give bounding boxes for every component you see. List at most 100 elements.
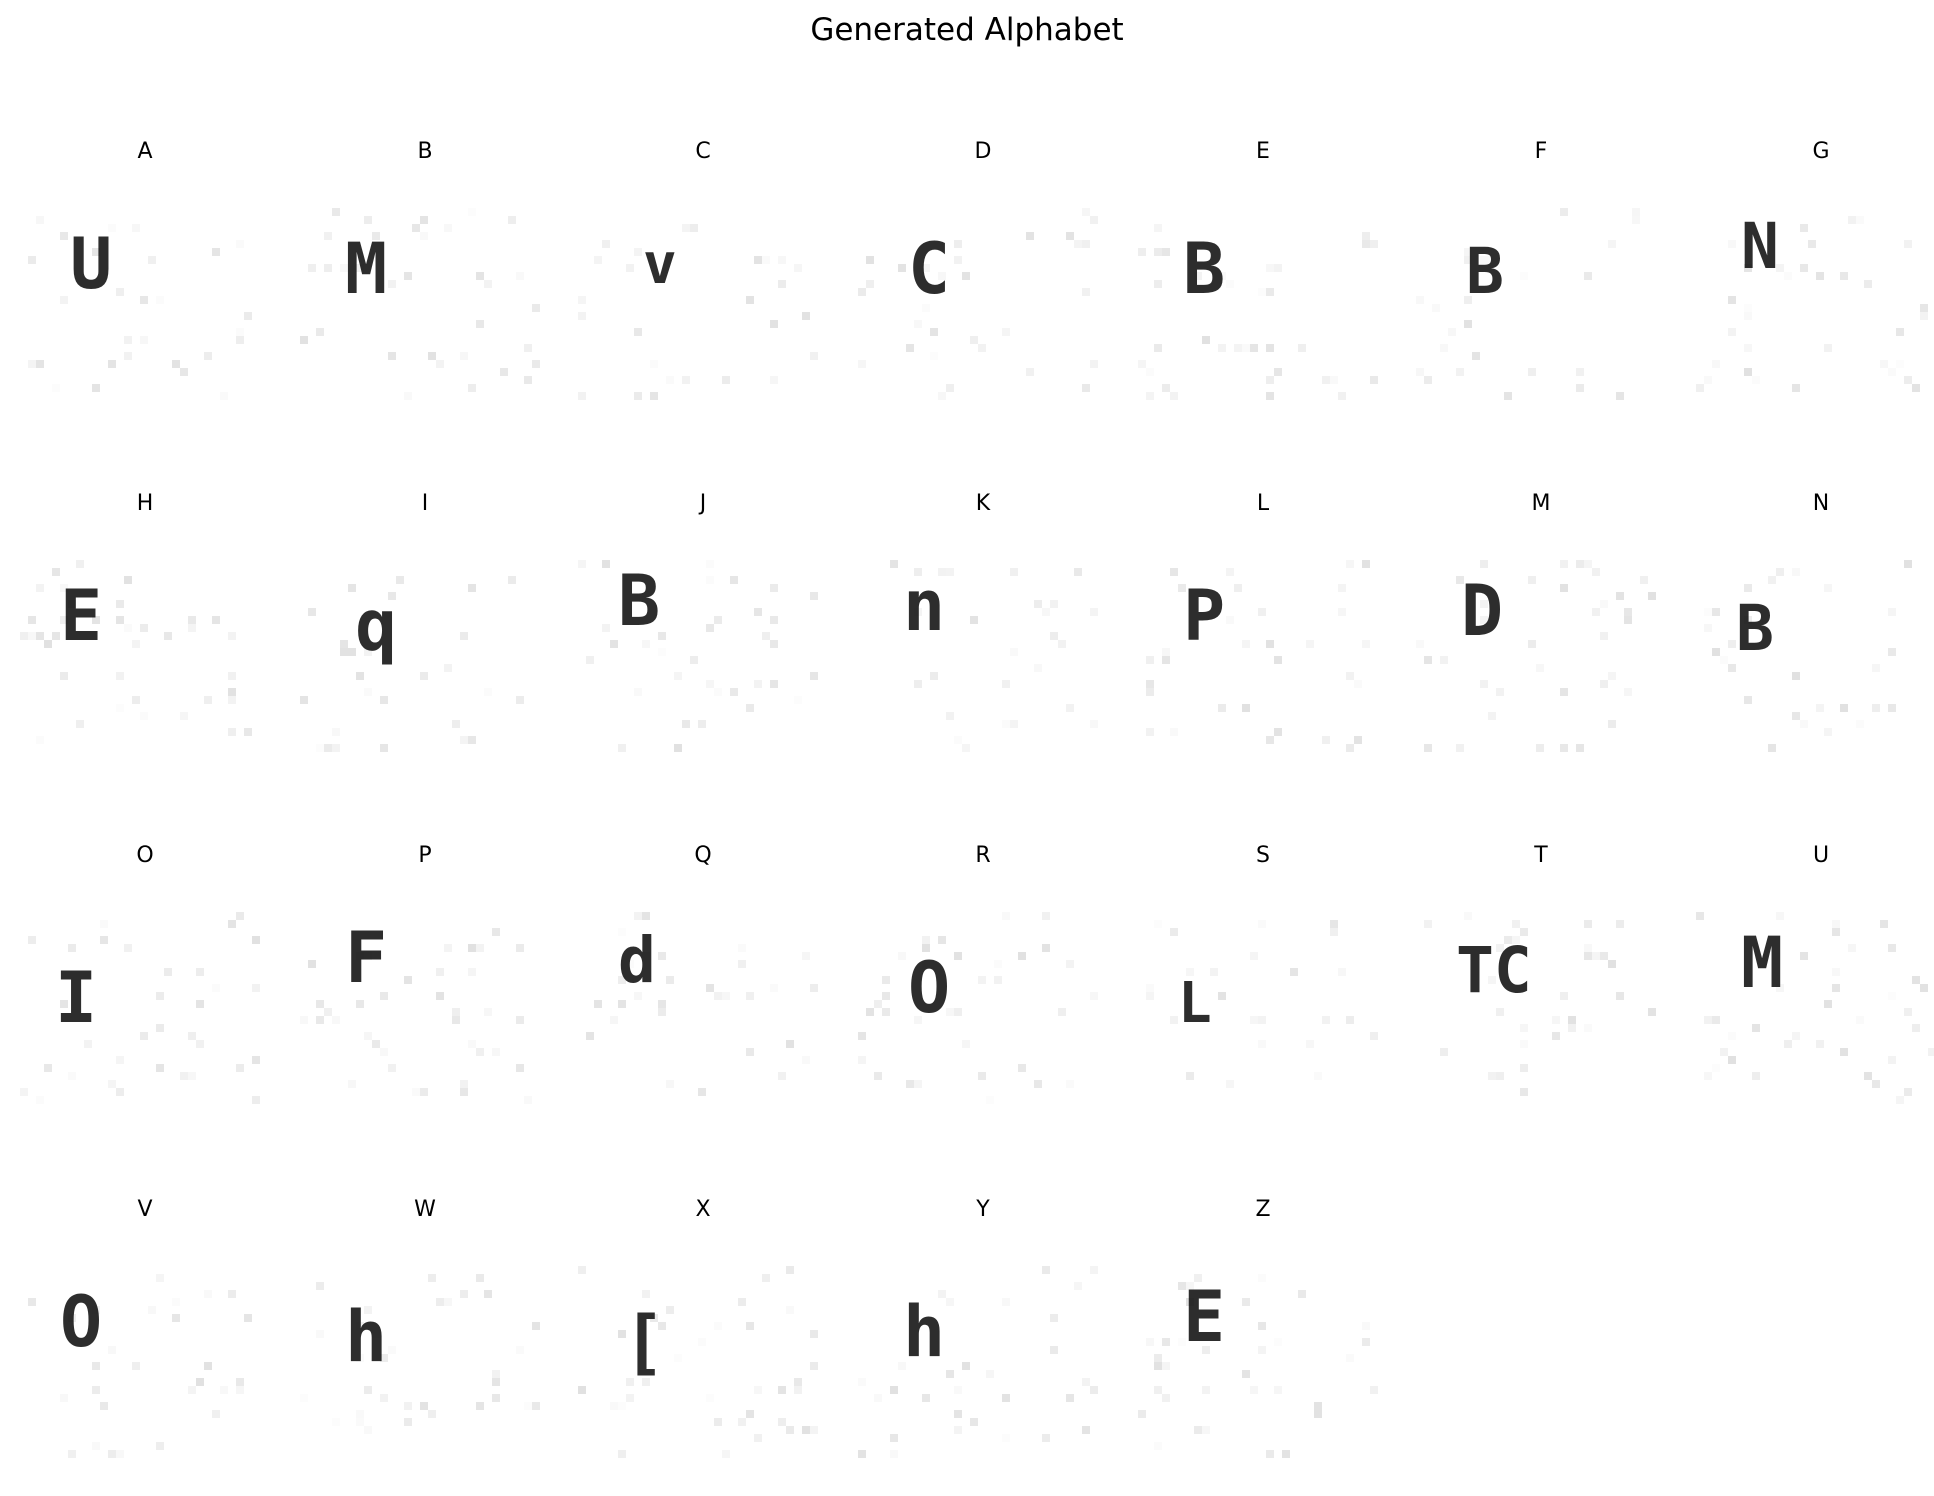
glyph-canvas: P bbox=[1146, 560, 1370, 752]
noise-speckles bbox=[1416, 560, 1656, 752]
generated-glyph-image: I bbox=[10, 842, 280, 1142]
generated-glyph-image: P bbox=[1128, 490, 1398, 790]
glyph-text: v bbox=[643, 232, 677, 297]
glyph-canvas: O bbox=[28, 1274, 252, 1458]
noise-speckles bbox=[300, 1274, 540, 1434]
letter-panel-v: VO bbox=[10, 1196, 280, 1496]
noise-speckles bbox=[1696, 912, 1934, 1104]
letter-panel-z: ZE bbox=[1128, 1196, 1398, 1496]
noise-speckles bbox=[1146, 560, 1370, 752]
glyph-canvas: v bbox=[578, 224, 818, 400]
glyph-text: h bbox=[903, 1291, 945, 1373]
letter-panel-g: GN bbox=[1686, 138, 1934, 438]
noise-speckles bbox=[1138, 1274, 1378, 1458]
glyph-canvas: D bbox=[1416, 560, 1656, 752]
noise-speckles bbox=[1138, 224, 1378, 400]
glyph-canvas: h bbox=[300, 1274, 540, 1434]
glyph-text: O bbox=[908, 947, 950, 1029]
glyph-text: [ bbox=[623, 1301, 665, 1383]
glyph-canvas: O bbox=[858, 912, 1098, 1104]
generated-glyph-image: F bbox=[290, 842, 560, 1142]
noise-speckles bbox=[858, 912, 1098, 1104]
generated-glyph-image: M bbox=[1686, 842, 1934, 1142]
generated-glyph-image: h bbox=[290, 1196, 560, 1496]
glyph-text: B bbox=[618, 560, 660, 642]
letter-panel-n: NB bbox=[1686, 490, 1934, 790]
letter-panel-j: JB bbox=[568, 490, 838, 790]
noise-speckles bbox=[578, 560, 818, 752]
glyph-text: E bbox=[60, 575, 102, 657]
letter-panel-c: Cv bbox=[568, 138, 838, 438]
glyph-text: D bbox=[1461, 570, 1503, 652]
letter-panel-f: FB bbox=[1406, 138, 1676, 438]
letter-panel-o: OI bbox=[10, 842, 280, 1142]
glyph-text: d bbox=[618, 924, 656, 997]
generated-glyph-image: B bbox=[1128, 138, 1398, 438]
generated-glyph-image: M bbox=[290, 138, 560, 438]
letter-panel-w: Wh bbox=[290, 1196, 560, 1496]
generated-glyph-image: h bbox=[848, 1196, 1118, 1496]
glyph-canvas: n bbox=[890, 560, 1098, 752]
glyph-text: B bbox=[1466, 235, 1504, 308]
noise-speckles bbox=[300, 928, 532, 1104]
glyph-text: n bbox=[903, 565, 945, 647]
glyph-text: C bbox=[908, 228, 950, 310]
letter-panel-l: LP bbox=[1128, 490, 1398, 790]
generated-glyph-image: U bbox=[10, 138, 280, 438]
glyph-canvas: U bbox=[28, 216, 252, 400]
generated-glyph-image: B bbox=[1406, 138, 1676, 438]
generated-glyph-image: q bbox=[290, 490, 560, 790]
glyph-text: F bbox=[345, 917, 387, 999]
letter-panel-s: SL bbox=[1128, 842, 1398, 1142]
letter-panel-e: EB bbox=[1128, 138, 1398, 438]
generated-glyph-image: N bbox=[1686, 138, 1934, 438]
generated-glyph-image: C bbox=[848, 138, 1118, 438]
noise-speckles bbox=[578, 1266, 818, 1458]
glyph-canvas: B bbox=[1138, 224, 1378, 400]
glyph-canvas: E bbox=[1138, 1274, 1378, 1458]
letter-panel-i: Iq bbox=[290, 490, 560, 790]
letter-panel-u: UM bbox=[1686, 842, 1934, 1142]
letter-panel-y: Yh bbox=[848, 1196, 1118, 1496]
generated-glyph-image: O bbox=[848, 842, 1118, 1142]
generated-glyph-image: v bbox=[568, 138, 838, 438]
glyph-canvas: M bbox=[1696, 912, 1934, 1104]
glyph-text: q bbox=[355, 585, 397, 667]
letter-panel-a: AU bbox=[10, 138, 280, 438]
glyph-text: L bbox=[1178, 971, 1212, 1036]
glyph-canvas: B bbox=[1416, 208, 1640, 400]
noise-speckles bbox=[578, 224, 818, 400]
glyph-text: U bbox=[70, 223, 112, 305]
glyph-text: O bbox=[60, 1281, 102, 1363]
glyph-text: N bbox=[1741, 210, 1779, 283]
glyph-canvas: [ bbox=[578, 1266, 818, 1458]
glyph-canvas: E bbox=[20, 560, 252, 744]
letter-panel-r: RO bbox=[848, 842, 1118, 1142]
generated-glyph-image: L bbox=[1128, 842, 1398, 1142]
glyph-text: E bbox=[1183, 1276, 1225, 1358]
glyph-canvas: L bbox=[1146, 920, 1378, 1088]
generated-glyph-image: E bbox=[1128, 1196, 1398, 1496]
letter-panel-m: MD bbox=[1406, 490, 1676, 790]
glyph-canvas: B bbox=[578, 560, 818, 752]
noise-speckles bbox=[1416, 208, 1640, 400]
glyph-text: M bbox=[345, 228, 387, 310]
glyph-text: M bbox=[1741, 922, 1783, 1004]
generated-glyph-image: [ bbox=[568, 1196, 838, 1496]
noise-speckles bbox=[858, 1266, 1098, 1458]
glyph-canvas: q bbox=[300, 576, 524, 752]
generated-glyph-image: TC bbox=[1406, 842, 1676, 1142]
letter-panel-k: Kn bbox=[848, 490, 1118, 790]
glyph-canvas: F bbox=[300, 917, 532, 1104]
generated-glyph-image: E bbox=[10, 490, 280, 790]
glyph-canvas: d bbox=[586, 912, 818, 1096]
glyph-canvas: I bbox=[20, 912, 260, 1104]
generated-glyph-image: d bbox=[568, 842, 838, 1142]
noise-speckles bbox=[20, 560, 252, 744]
generated-glyph-image: B bbox=[568, 490, 838, 790]
glyph-canvas: N bbox=[1696, 210, 1928, 392]
glyph-text: TC bbox=[1456, 934, 1532, 1007]
alphabet-grid: AUBMCvDCEBFBGNHEIqJBKnLPMDNBOIPFQdROSLTT… bbox=[0, 0, 1934, 1484]
glyph-text: B bbox=[1736, 592, 1774, 665]
letter-panel-h: HE bbox=[10, 490, 280, 790]
